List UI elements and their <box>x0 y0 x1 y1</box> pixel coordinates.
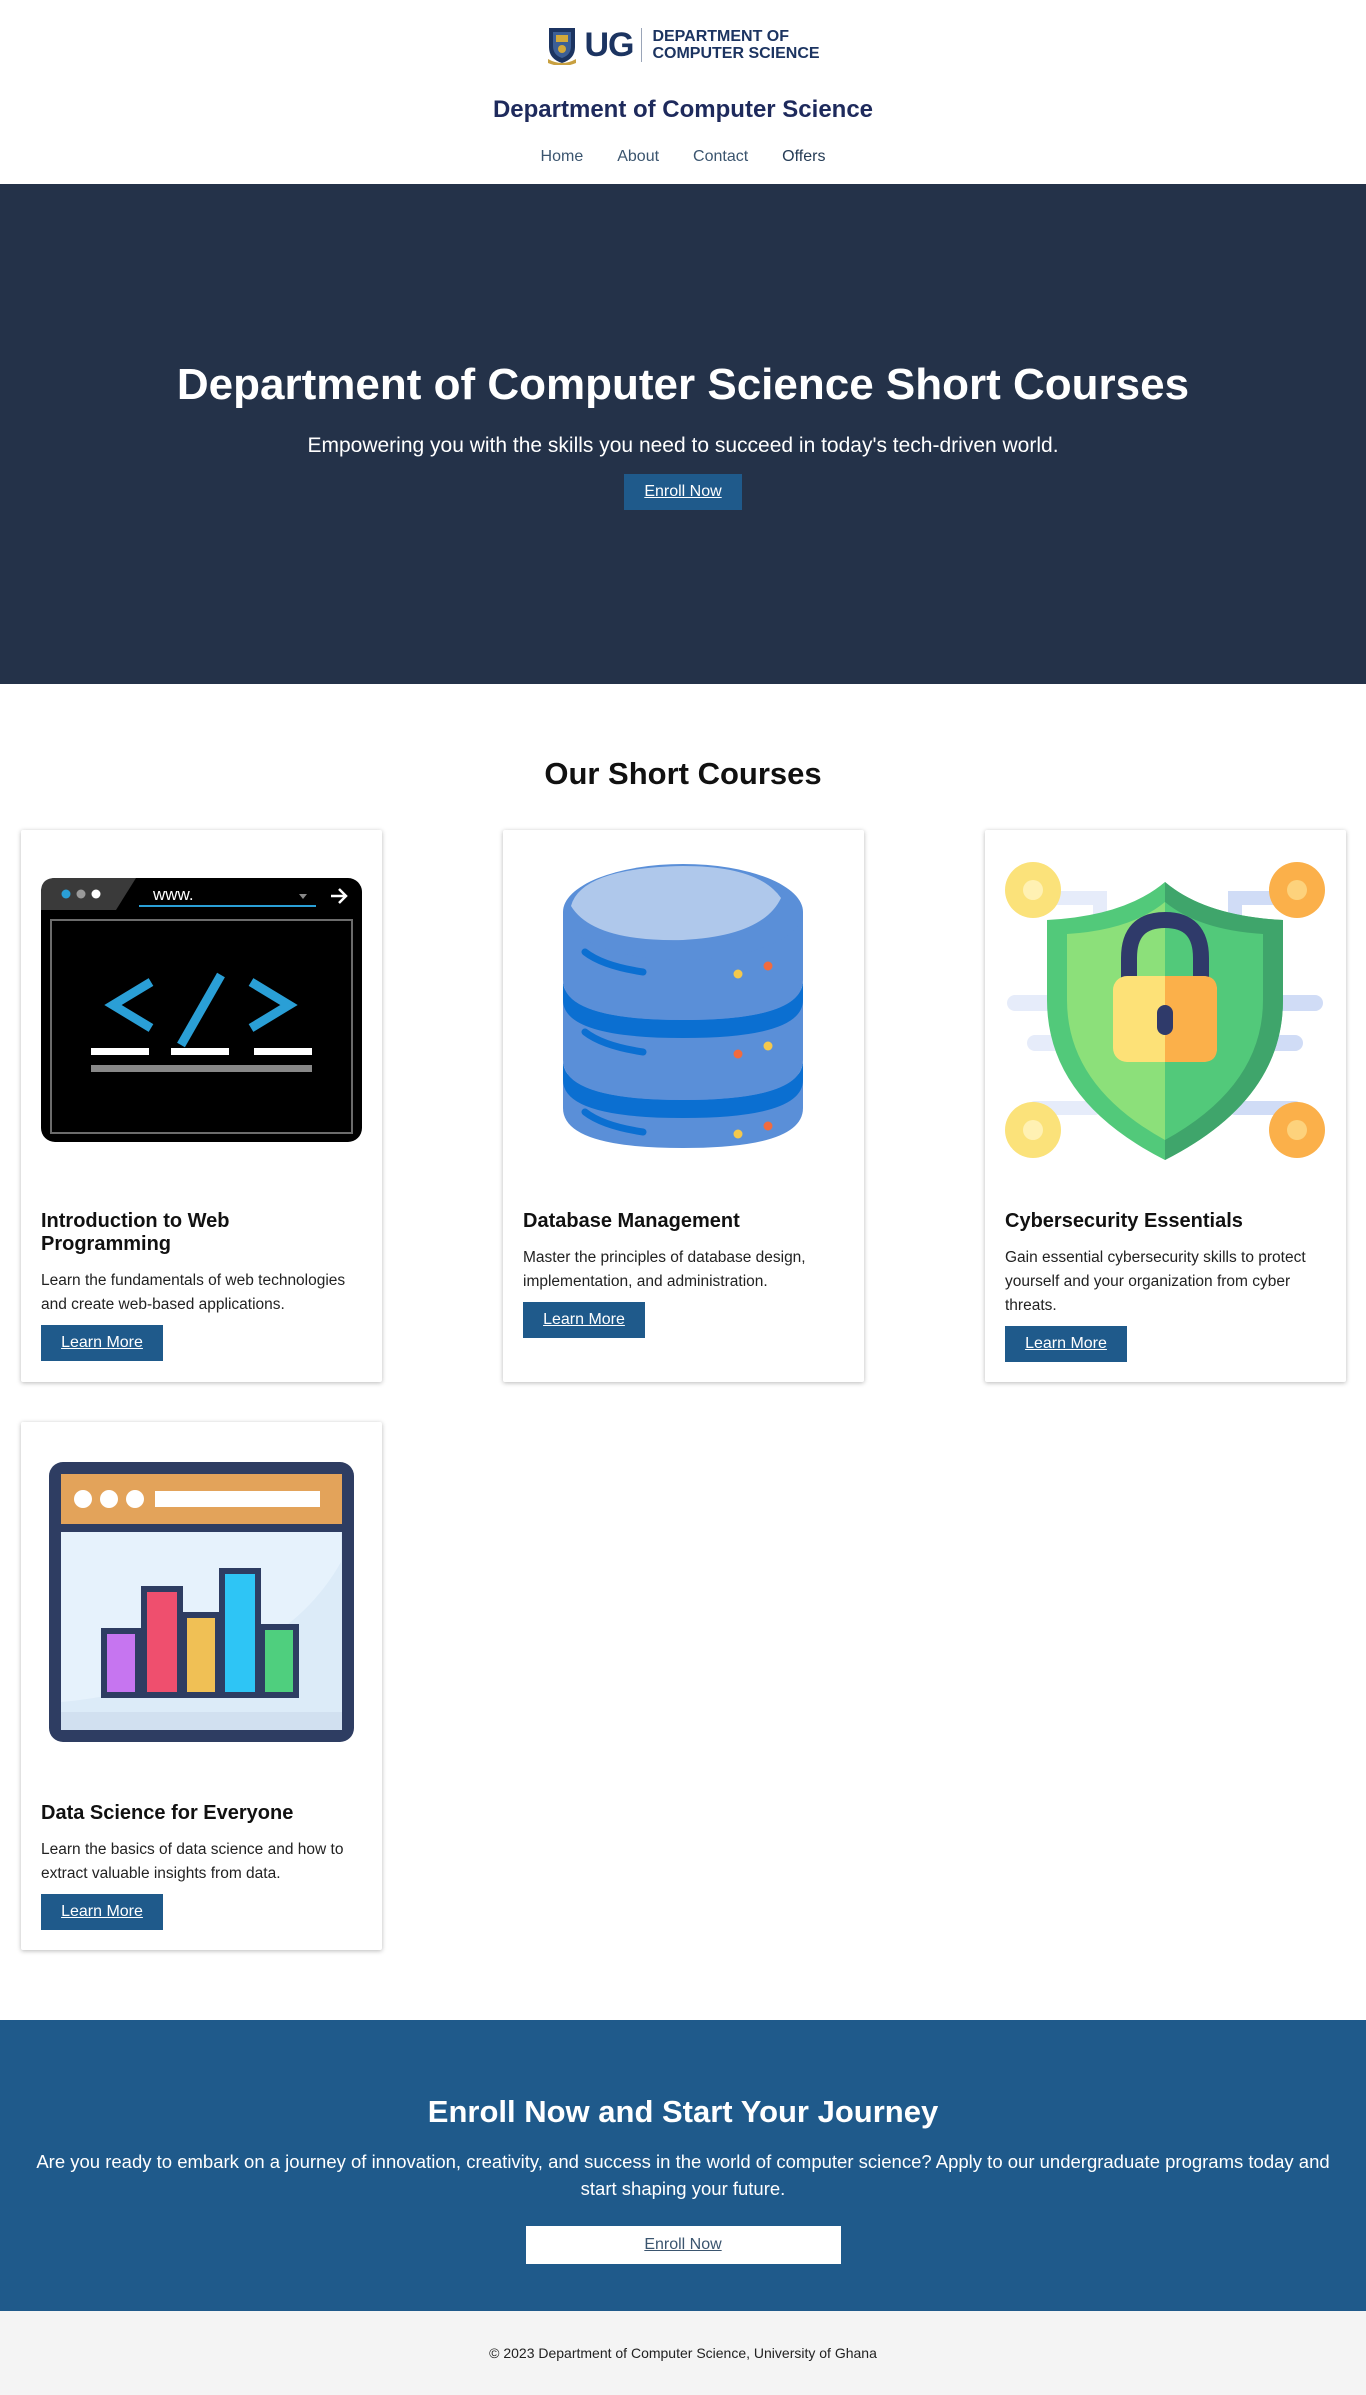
courses-grid: www. Introduction to Web Programming Lea… <box>21 830 1346 1950</box>
course-description: Learn the basics of data science and how… <box>41 1841 344 1882</box>
course-image <box>523 850 844 1180</box>
hero-subheading: Empowering you with the skills you need … <box>307 434 1059 457</box>
learn-more-button[interactable]: Learn More <box>1005 1326 1127 1362</box>
course-title: Database Management <box>523 1210 740 1232</box>
ug-crest-icon <box>548 28 577 65</box>
hero-heading: Department of Computer Science Short Cou… <box>176 360 1190 409</box>
site-header: UG DEPARTMENT OF COMPUTER SCIENCE Depart… <box>0 0 1366 184</box>
course-title: Data Science for Everyone <box>41 1802 294 1824</box>
course-image: www. <box>41 850 362 1180</box>
logo-line-1: DEPARTMENT OF <box>652 28 790 45</box>
learn-more-button[interactable]: Learn More <box>523 1302 645 1338</box>
department-logo[interactable]: UG DEPARTMENT OF COMPUTER SCIENCE <box>546 24 820 66</box>
course-card-cybersecurity: Cybersecurity Essentials Gain essential … <box>985 830 1346 1382</box>
learn-more-button[interactable]: Learn More <box>41 1894 163 1930</box>
nav-about[interactable]: About <box>617 148 659 166</box>
course-card-database: Database Management Master the principle… <box>503 830 864 1382</box>
site-footer: © 2023 Department of Computer Science, U… <box>0 2311 1366 2395</box>
site-title: Department of Computer Science <box>492 96 874 123</box>
logo-line-2: COMPUTER SCIENCE <box>652 45 820 62</box>
course-image <box>1005 850 1326 1180</box>
course-title: Introduction to Web Programming <box>41 1210 230 1255</box>
course-description: Gain essential cybersecurity skills to p… <box>1005 1249 1306 1314</box>
nav-home[interactable]: Home <box>541 148 584 166</box>
course-card-data-science: Data Science for Everyone Learn the basi… <box>21 1422 382 1950</box>
course-card-web-programming: www. Introduction to Web Programming Lea… <box>21 830 382 1382</box>
nav-offers[interactable]: Offers <box>782 148 825 166</box>
courses-section: Our Short Courses www. Introduction to W… <box>0 684 1366 2020</box>
course-description: Learn the fundamentals of web technologi… <box>41 1272 346 1313</box>
code-browser-icon: www. <box>41 878 362 1142</box>
nav-contact[interactable]: Contact <box>693 148 748 166</box>
shield-lock-icon <box>1005 862 1325 1160</box>
course-description: Master the principles of database design… <box>523 1249 806 1290</box>
courses-heading: Our Short Courses <box>544 756 822 791</box>
enroll-text: Are you ready to embark on a journey of … <box>36 2151 1330 2199</box>
logo-divider <box>641 28 643 62</box>
footer-copyright: © 2023 Department of Computer Science, U… <box>489 2345 877 2361</box>
url-text: www. <box>152 885 194 904</box>
logo-mark: UG <box>584 25 634 64</box>
course-title: Cybersecurity Essentials <box>1005 1210 1243 1232</box>
learn-more-button[interactable]: Learn More <box>41 1325 163 1361</box>
logo-text: DEPARTMENT OF COMPUTER SCIENCE <box>652 28 819 62</box>
course-image <box>41 1442 362 1772</box>
bar-chart-window-icon <box>49 1462 354 1742</box>
hero-enroll-button[interactable]: Enroll Now <box>624 474 742 510</box>
enroll-section: Enroll Now and Start Your Journey Are yo… <box>0 2020 1366 2311</box>
database-icon <box>563 864 803 1148</box>
enroll-heading: Enroll Now and Start Your Journey <box>427 2094 939 2129</box>
enroll-now-button[interactable]: Enroll Now <box>525 2226 841 2264</box>
main-nav: Home About Contact Offers <box>0 148 1366 166</box>
hero-section: Department of Computer Science Short Cou… <box>0 184 1366 684</box>
